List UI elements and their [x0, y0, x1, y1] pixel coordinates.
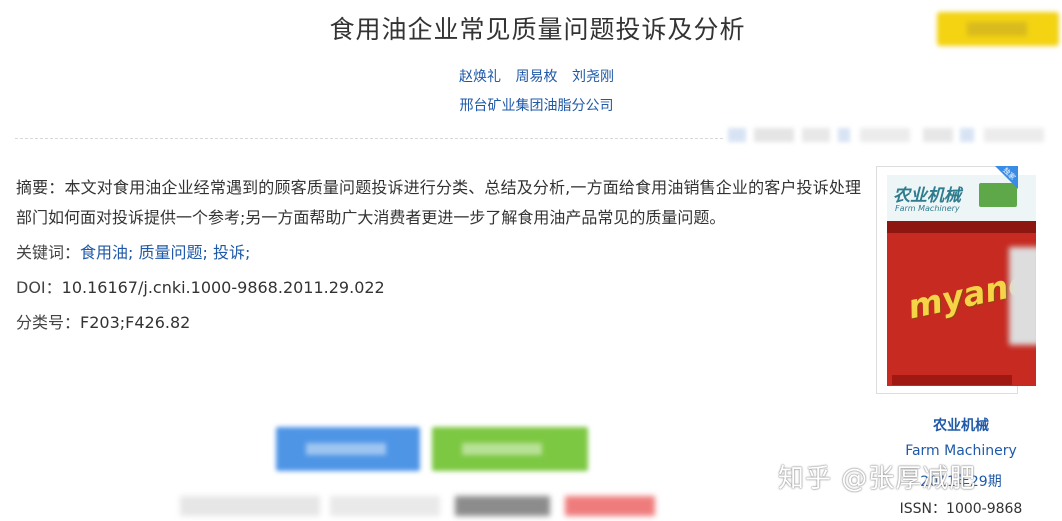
- article-details: 摘要：本文对食用油企业经常遇到的顾客质量问题投诉进行分类、总结及分析,一方面给食…: [16, 173, 861, 338]
- exclusive-badge: 独家: [995, 166, 1018, 189]
- cover-title: 农业机械: [893, 186, 961, 206]
- journal-issn: ISSN：1000-9868: [899, 501, 1023, 517]
- keywords-label: 关键词：: [16, 243, 81, 262]
- blurred-action-button[interactable]: [937, 12, 1059, 46]
- abstract-text: 本文对食用油企业经常遇到的顾客质量问题投诉进行分类、总结及分析,一方面给食用油销…: [16, 178, 861, 227]
- keywords-row: 关键词：食用油; 质量问题; 投诉;: [16, 238, 861, 268]
- watermark: 知乎 @张厚减肥: [778, 464, 977, 494]
- keyword-link[interactable]: 质量问题;: [139, 243, 208, 262]
- abstract: 摘要：本文对食用油企业经常遇到的顾客质量问题投诉进行分类、总结及分析,一方面给食…: [16, 173, 861, 233]
- author-link[interactable]: 周易枚: [516, 69, 558, 85]
- journal-cover[interactable]: 农业机械 Farm Machinery myano: [876, 166, 1036, 394]
- classification-value: F203;F426.82: [80, 313, 191, 332]
- cover-subtitle: Farm Machinery: [895, 204, 960, 213]
- abstract-label: 摘要：: [16, 178, 65, 197]
- doi-row: DOI：10.16167/j.cnki.1000-9868.2011.29.02…: [16, 273, 861, 303]
- journal-name-link[interactable]: 农业机械: [876, 415, 1046, 435]
- blurred-primary-button[interactable]: [276, 427, 420, 471]
- doi-label: DOI：: [16, 278, 62, 297]
- organization-link[interactable]: 邢台矿业集团油脂分公司: [0, 95, 1062, 115]
- author-list: 赵焕礼 周易枚 刘尧刚: [0, 66, 1062, 86]
- blurred-nav-strip: [728, 128, 1062, 142]
- keyword-link[interactable]: 投诉;: [213, 243, 250, 262]
- divider: [15, 138, 723, 139]
- keyword-link[interactable]: 食用油;: [80, 243, 133, 262]
- author-link[interactable]: 赵焕礼: [459, 69, 501, 85]
- doi-value: 10.16167/j.cnki.1000-9868.2011.29.022: [61, 278, 385, 297]
- blurred-secondary-button[interactable]: [432, 427, 588, 471]
- blurred-bottom-toolbar[interactable]: [180, 488, 685, 521]
- journal-english-name[interactable]: Farm Machinery: [876, 443, 1046, 459]
- cover-image: 农业机械 Farm Machinery myano: [887, 175, 1036, 386]
- article-title: 食用油企业常见质量问题投诉及分析: [329, 15, 746, 44]
- author-link[interactable]: 刘尧刚: [572, 69, 614, 85]
- classification-row: 分类号：F203;F426.82: [16, 308, 861, 338]
- classification-label: 分类号：: [16, 313, 81, 332]
